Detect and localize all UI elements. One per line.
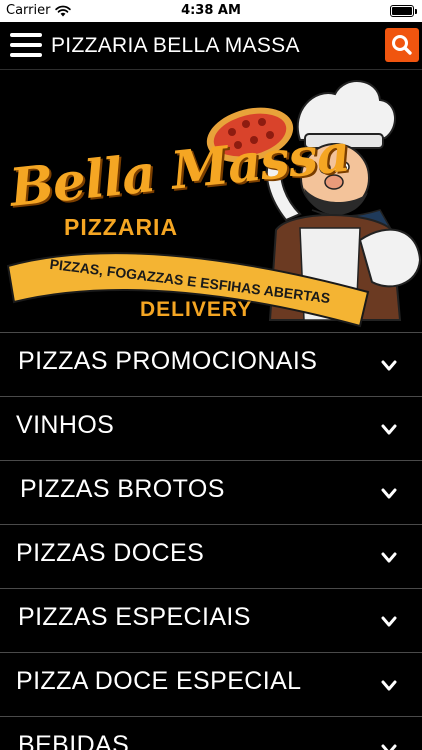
battery-icon <box>390 5 417 17</box>
category-label: PIZZAS DOCES <box>16 539 205 567</box>
category-label: PIZZAS ESPECIAIS <box>18 603 251 631</box>
category-label: PIZZA DOCE ESPECIAL <box>16 667 302 695</box>
search-button[interactable] <box>385 28 419 62</box>
chevron-down-icon <box>381 424 397 435</box>
category-label: PIZZAS BROTOS <box>20 475 225 503</box>
category-label: BEBIDAS <box>18 731 130 750</box>
restaurant-banner: Bella Massa PIZZARIA PIZZAS, FOGAZZAS E … <box>0 70 422 332</box>
chevron-down-icon <box>381 744 397 750</box>
status-bar: Carrier 4:38 AM <box>0 0 422 22</box>
category-item-pizzas-brotos[interactable]: PIZZAS BROTOS <box>0 460 422 524</box>
category-item-pizzas-especiais[interactable]: PIZZAS ESPECIAIS <box>0 588 422 652</box>
chevron-down-icon <box>381 616 397 627</box>
category-item-vinhos[interactable]: VINHOS <box>0 396 422 460</box>
category-item-bebidas[interactable]: BEBIDAS <box>0 716 422 750</box>
category-item-pizzas-promocionais[interactable]: PIZZAS PROMOCIONAIS <box>0 332 422 396</box>
chevron-down-icon <box>381 552 397 563</box>
brand-subtitle: PIZZARIA <box>64 214 179 240</box>
category-item-pizzas-doces[interactable]: PIZZAS DOCES <box>0 524 422 588</box>
category-item-pizza-doce-especial[interactable]: PIZZA DOCE ESPECIAL <box>0 652 422 716</box>
chevron-down-icon <box>381 360 397 371</box>
status-time: 4:38 AM <box>181 3 241 18</box>
app-title: PIZZARIA BELLA MASSA <box>51 34 300 57</box>
delivery-label: DELIVERY <box>140 298 253 321</box>
category-label: PIZZAS PROMOCIONAIS <box>18 347 318 375</box>
hamburger-menu-icon[interactable] <box>10 31 42 59</box>
app-header: PIZZARIA BELLA MASSA <box>0 22 422 70</box>
search-icon <box>392 35 412 55</box>
chevron-down-icon <box>381 488 397 499</box>
category-label: VINHOS <box>16 411 115 439</box>
chevron-down-icon <box>381 680 397 691</box>
